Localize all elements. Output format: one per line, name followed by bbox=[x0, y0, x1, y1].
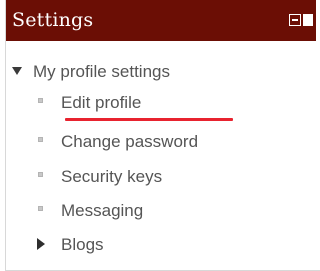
bullet-icon bbox=[38, 172, 43, 177]
tree-item-messaging[interactable]: Messaging bbox=[36, 199, 236, 223]
dock-block-icon[interactable] bbox=[289, 14, 313, 29]
tree-item-label: Change password bbox=[61, 132, 199, 151]
settings-block: Settings My profile settings Edit profil… bbox=[5, 0, 320, 271]
block-header: Settings bbox=[6, 0, 316, 41]
tree-node-label: Blogs bbox=[61, 235, 104, 254]
highlight-underline bbox=[65, 118, 233, 121]
bullet-icon bbox=[38, 206, 43, 211]
tree-item-security-keys[interactable]: Security keys bbox=[36, 165, 256, 189]
dock-bar-icon bbox=[303, 14, 313, 26]
expand-triangle-icon bbox=[37, 238, 45, 250]
collapse-triangle-icon bbox=[12, 67, 22, 75]
tree-item-change-password[interactable]: Change password bbox=[36, 130, 276, 154]
minimize-box-icon bbox=[289, 14, 301, 26]
tree-item-label: Security keys bbox=[61, 167, 163, 186]
tree-item-label: Edit profile bbox=[61, 93, 142, 112]
tree-node-my-profile-settings[interactable]: My profile settings bbox=[12, 60, 272, 84]
block-title: Settings bbox=[12, 9, 94, 31]
bullet-icon bbox=[38, 98, 43, 103]
tree-node-blogs[interactable]: Blogs bbox=[35, 233, 195, 257]
tree-item-edit-profile[interactable]: Edit profile bbox=[36, 91, 256, 115]
tree-node-label: My profile settings bbox=[33, 62, 170, 81]
tree-item-label: Messaging bbox=[61, 201, 144, 220]
bullet-icon bbox=[38, 137, 43, 142]
